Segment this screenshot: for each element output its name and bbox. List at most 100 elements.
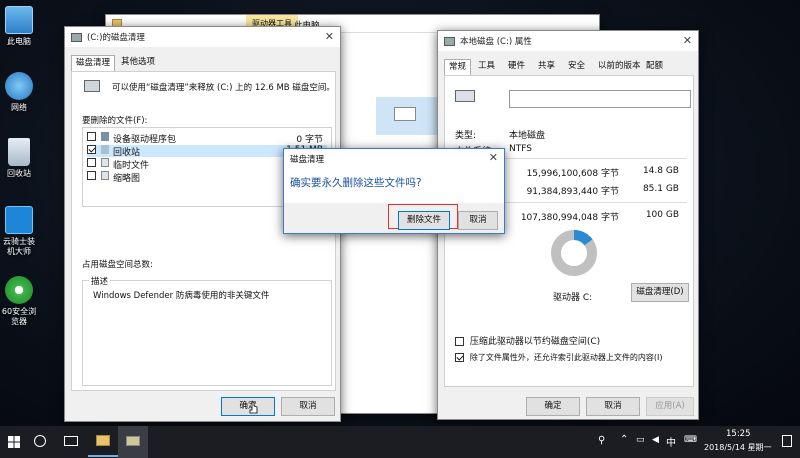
drive-icon (444, 36, 455, 46)
desktop-icon-network[interactable]: 网络 (0, 72, 38, 113)
file-checkbox[interactable] (87, 158, 96, 167)
cleanup-app-icon (126, 436, 140, 446)
desktop-icon-recycle-bin[interactable]: 回收站 (0, 138, 38, 179)
desktop-icon-label: 60安全浏览器 (1, 307, 37, 326)
cancel-button[interactable]: 取消 (586, 397, 640, 416)
cancel-button[interactable]: 取消 (281, 397, 335, 416)
free-bytes: 91,384,893,440 字节 (526, 187, 619, 197)
this-pc-icon (5, 6, 33, 34)
close-icon[interactable]: ✕ (489, 151, 498, 164)
mouse-cursor-icon (249, 401, 258, 414)
file-explorer-icon[interactable] (96, 435, 110, 446)
index-checkbox[interactable] (455, 353, 464, 362)
disk-cleanup-button[interactable]: 磁盘清理(D) (631, 283, 689, 302)
cleanup-app-icon (71, 32, 82, 42)
file-name: 临时文件 (113, 161, 150, 171)
properties-titlebar: 本地磁盘 (C:) 属性 ✕ (438, 31, 698, 51)
compress-option[interactable]: 压缩此驱动器以节约磁盘空间(C) (455, 334, 600, 347)
search-circle-icon[interactable] (34, 435, 46, 447)
desktop-icon-label: 此电脑 (7, 37, 31, 46)
file-checkbox[interactable] (87, 132, 96, 141)
yunqishi-icon (5, 206, 33, 234)
drive-icon (394, 107, 416, 121)
file-name: 缩略图 (113, 174, 141, 184)
ime-indicator[interactable]: 中 (666, 434, 676, 449)
file-checkbox[interactable] (87, 145, 96, 154)
tab-tools[interactable]: 工具 (474, 59, 499, 75)
tab-previous-versions[interactable]: 以前的版本 (594, 59, 645, 75)
active-app-indicator (88, 455, 118, 457)
delete-files-button[interactable]: 删除文件 (398, 211, 450, 230)
ok-button[interactable]: 确定 (221, 397, 275, 416)
desktop-icon-label: 回收站 (7, 169, 31, 178)
taskbar-cleanup-button[interactable] (118, 426, 148, 458)
desktop-icon-label: 云骑士装机大师 (3, 237, 35, 256)
file-type-icon (101, 171, 109, 180)
clock-date[interactable]: 2018/5/14 星期一 (704, 442, 772, 453)
confirm-dialog: 磁盘清理 ✕ 确实要永久删除这些文件吗? 删除文件 取消 (283, 148, 505, 234)
network-icon (5, 72, 33, 100)
capacity-gb: 100 GB (645, 210, 679, 220)
index-option[interactable]: 除了文件属性外，还允许索引此驱动器上文件的内容(I) (455, 352, 662, 363)
used-gb: 14.8 GB (642, 166, 679, 176)
tab-disk-cleanup[interactable]: 磁盘清理 (71, 55, 116, 72)
list-item[interactable]: 设备驱动程序包 0 字节 (87, 132, 327, 145)
file-type-icon (101, 132, 109, 141)
windows-start-icon[interactable] (8, 436, 20, 448)
notification-icon[interactable] (782, 435, 792, 447)
index-label: 除了文件属性外，还允许索引此驱动器上文件的内容(I) (469, 353, 663, 362)
desktop-icon-this-pc[interactable]: 此电脑 (0, 6, 38, 47)
apply-button[interactable]: 应用(A) (646, 397, 694, 416)
clock-time[interactable]: 15:25 (726, 429, 751, 439)
description-label: 描述 (89, 275, 111, 287)
browser-360-icon (5, 276, 33, 304)
free-gb: 85.1 GB (642, 184, 679, 194)
disk-cleanup-titlebar: (C:)的磁盘清理 ✕ (65, 27, 340, 47)
desktop-icon-360-browser[interactable]: 60安全浏览器 (0, 276, 38, 327)
tab-general[interactable]: 常规 (444, 59, 472, 76)
file-checkbox[interactable] (87, 171, 96, 180)
task-view-icon[interactable] (64, 436, 78, 446)
chevron-up-icon[interactable]: ⌃ (620, 434, 628, 445)
type-label: 类型: (455, 131, 477, 141)
confirm-message: 确实要永久删除这些文件吗? (290, 177, 422, 189)
desktop-icon-yunqishi[interactable]: 云骑士装机大师 (0, 206, 38, 257)
disk-usage-donut (551, 230, 597, 276)
filesystem-value: NTFS (509, 144, 532, 154)
tab-sharing[interactable]: 共享 (534, 59, 559, 75)
drive-icon (84, 80, 100, 92)
volume-icon[interactable]: ◀ (652, 435, 659, 445)
description-group: 描述 Windows Defender 防病毒使用的非关键文件 (82, 275, 332, 386)
recycle-bin-icon (101, 145, 109, 154)
capacity-bytes: 107,380,994,048 字节 (520, 213, 619, 223)
keyboard-icon[interactable]: ⌨ (684, 435, 697, 445)
network-tray-icon[interactable]: ▭ (636, 435, 645, 445)
tab-more-options[interactable]: 其他选项 (117, 55, 159, 71)
file-name: 设备驱动程序包 (113, 135, 177, 145)
file-type-icon (101, 158, 109, 167)
desktop: 此电脑 网络 回收站 云骑士装机大师 60安全浏览器 驱动器工具 此电脑 (C:… (0, 0, 800, 426)
drive-letter-label: 驱动器 C: (553, 293, 593, 303)
used-bytes: 15,996,100,608 字节 (526, 169, 619, 179)
tab-hardware[interactable]: 硬件 (504, 59, 529, 75)
cleanup-summary: 可以使用“磁盘清理”来释放 (C:) 上的 12.6 MB 磁盘空间。 (112, 83, 335, 93)
tab-security[interactable]: 安全 (564, 59, 589, 75)
file-size: 0 字节 (296, 135, 323, 145)
tab-quota[interactable]: 配额 (642, 59, 667, 75)
compress-checkbox[interactable] (455, 337, 464, 346)
close-icon[interactable]: ✕ (325, 30, 334, 43)
cancel-button[interactable]: 取消 (458, 211, 498, 230)
drive-label-input[interactable] (509, 90, 691, 108)
desktop-icon-label: 网络 (11, 103, 27, 112)
window-title: 本地磁盘 (C:) 属性 (460, 37, 532, 47)
recycle-bin-icon (8, 138, 30, 166)
people-icon[interactable]: ⚲ (598, 435, 605, 446)
total-space-label: 占用磁盘空间总数: (82, 260, 153, 270)
selected-drive-tile[interactable] (376, 97, 438, 135)
close-icon[interactable]: ✕ (683, 34, 692, 47)
ok-button[interactable]: 确定 (526, 397, 580, 416)
files-to-delete-label: 要删除的文件(F): (82, 116, 148, 126)
file-name: 回收站 (113, 148, 141, 158)
window-title: (C:)的磁盘清理 (87, 33, 145, 43)
taskbar: ⚲ ⌃ ▭ ◀ 中 ⌨ 15:25 2018/5/14 星期一 (0, 426, 800, 458)
